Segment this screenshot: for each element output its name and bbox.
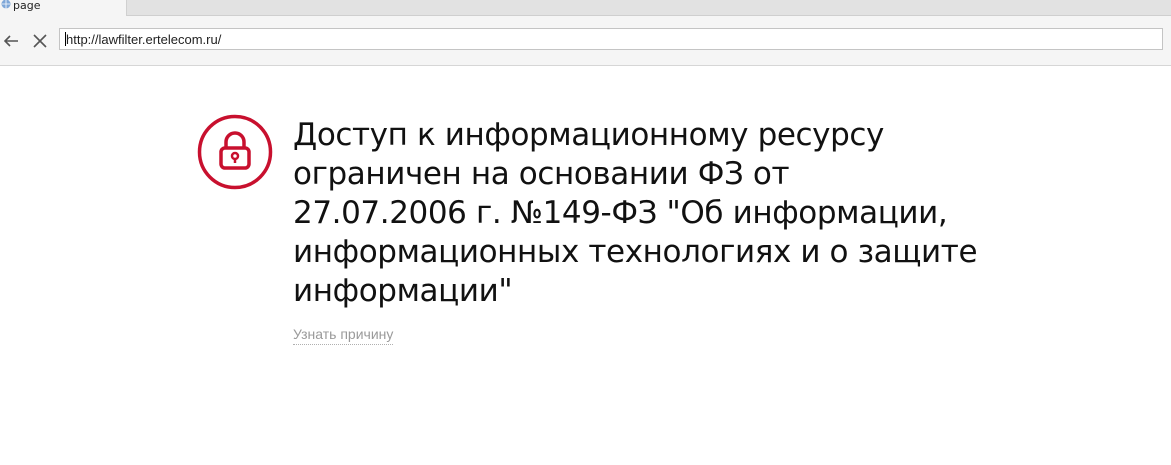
- address-bar-url: http://lawfilter.ertelecom.ru/: [66, 31, 222, 47]
- browser-toolbar: http://lawfilter.ertelecom.ru/: [0, 16, 1171, 66]
- headline-line: ограничен на основании ФЗ от: [293, 156, 790, 192]
- tab-bar: page: [0, 0, 1171, 16]
- headline-line: информации": [293, 273, 513, 309]
- headline-line: информационных технологиях и о защите: [293, 234, 978, 270]
- block-page: Доступ к информационному ресурсу огранич…: [0, 66, 1171, 465]
- stop-button[interactable]: [29, 30, 51, 52]
- page-title: Доступ к информационному ресурсу огранич…: [293, 116, 1013, 311]
- headline-line: Доступ к информационному ресурсу: [293, 117, 884, 153]
- close-icon: [33, 34, 47, 48]
- browser-tab[interactable]: page: [0, 0, 127, 16]
- globe-icon: [1, 0, 11, 9]
- headline-line: 27.07.2006 г. №149-ФЗ "Об информации,: [293, 195, 948, 231]
- lock-icon: [197, 114, 273, 190]
- tab-title: page: [13, 0, 41, 12]
- lock-icon-badge: [197, 114, 273, 190]
- address-bar[interactable]: http://lawfilter.ertelecom.ru/: [59, 28, 1163, 50]
- arrow-left-icon: [3, 35, 18, 47]
- back-button[interactable]: [0, 30, 22, 52]
- learn-reason-link[interactable]: Узнать причину: [293, 326, 394, 345]
